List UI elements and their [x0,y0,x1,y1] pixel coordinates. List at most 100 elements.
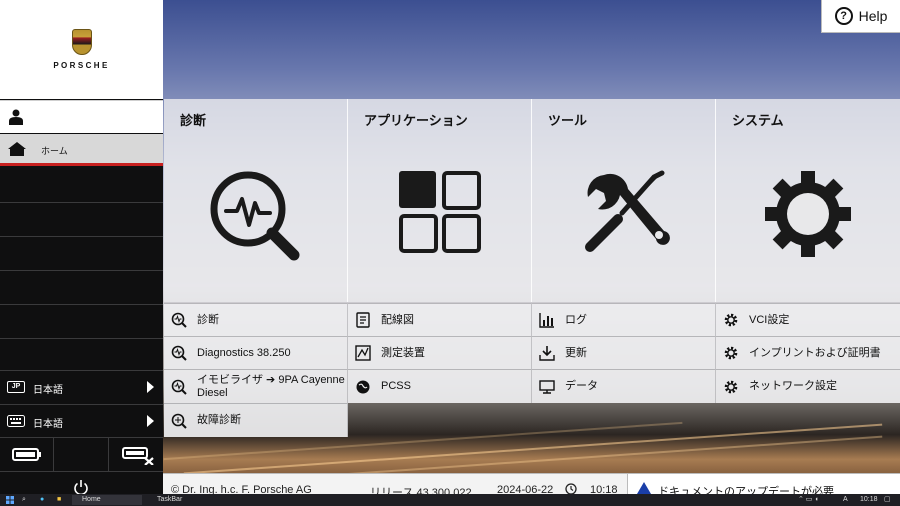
power-row [0,471,163,495]
help-label: Help [858,8,888,24]
menu-item-label: イモビライザ ➔ 9PA Cayenne Diesel [197,373,345,399]
language-badge: JP [7,381,25,393]
home-icon [8,142,26,156]
monitor-icon [539,379,555,394]
menu-item-measuring-device[interactable]: 測定装置 [348,336,532,369]
menu-item-label: 測定装置 [381,346,425,359]
device-status-row [0,437,163,471]
windows-start-icon[interactable] [6,496,14,504]
battery-status[interactable] [0,438,54,471]
language-selector[interactable]: JP 日本語 [0,370,163,403]
download-icon [539,346,555,361]
wrench-screwdriver-icon [584,170,670,252]
porsche-crest-icon [71,29,92,55]
search-icon[interactable]: ⌕ [22,495,26,505]
menu-item-immobilizer[interactable]: イモビライザ ➔ 9PA Cayenne Diesel [164,369,348,403]
menu-item-log[interactable]: ログ [532,303,716,336]
sidebar-item-label: ホーム [41,146,68,156]
gear-icon [724,380,738,393]
menu-item-label: ログ [565,313,587,326]
vci-disconnected-icon [122,447,154,465]
menu-item-label: インプリントおよび証明書 [749,346,881,359]
taskbar-app-label: Home [82,496,101,503]
gear-icon [724,313,738,327]
tile-title: システム [732,113,784,128]
menu-item-data[interactable]: データ [532,369,716,403]
menu-item-label: PCSS [381,380,411,392]
vci-status[interactable] [110,438,163,471]
menu-item-update[interactable]: 更新 [532,336,716,369]
diagnosis-icon [171,345,187,361]
brand-wordmark: PORSCHE [53,61,110,70]
menu-item-fault-diagnosis[interactable]: 故障診断 [164,403,348,437]
question-mark-icon: ? [834,7,853,25]
menu-item-label: 配線図 [381,313,414,326]
taskbar-app-label: TaskBar [157,496,183,503]
menu-item-imprint-certificates[interactable]: インプリントおよび証明書 [716,336,900,369]
tile-system[interactable]: システム [716,99,900,302]
menu-item-pcss[interactable]: PCSS [348,369,532,403]
status-slot [55,438,109,471]
battery-icon [12,448,41,461]
menu-item-label: 故障診断 [197,414,241,426]
menu-item-wiring-diagram[interactable]: 配線図 [348,303,532,336]
menu-item-label: VCI設定 [749,313,790,326]
tile-title: 診断 [180,113,207,128]
taskbar-app-taskbar[interactable]: TaskBar [147,495,217,505]
footer-bar: © Dr. Ing. h.c. F. Porsche AG リリース 43.30… [163,473,627,499]
tile-diagnosis[interactable]: 診断 [164,99,348,302]
notification-icon[interactable]: ▢ [884,495,891,505]
sidebar-empty-slot [0,305,163,339]
tile-title: アプリケーション [364,113,468,128]
power-icon[interactable] [73,479,89,495]
menu-item-diagnostics-version[interactable]: Diagnostics 38.250 [164,336,348,369]
menu-item-label: Diagnostics 38.250 [197,346,291,359]
sidebar: PORSCHE ホーム JP 日本語 日本語 [0,0,163,495]
menu-item-label: 診断 [197,313,219,326]
chevron-right-icon [147,415,154,427]
menu-item-label: 更新 [565,346,587,359]
fault-diagnosis-icon [171,413,187,429]
sidebar-empty-slot [0,169,163,203]
bar-chart-icon [539,313,554,328]
globe-icon [356,380,370,393]
keyboard-icon [7,415,25,427]
ime-indicator[interactable]: A [843,495,848,505]
sidebar-empty-slot [0,271,163,305]
sidebar-empty-slot [0,203,163,237]
user-icon [9,109,23,125]
user-button[interactable] [0,100,163,133]
measuring-device-icon [355,345,371,361]
chevron-right-icon [147,381,154,393]
keyboard-language-label: 日本語 [33,419,63,430]
tile-applications[interactable]: アプリケーション [348,99,532,302]
sidebar-item-home[interactable]: ホーム [0,134,163,166]
menu-item-label: ネットワーク設定 [749,380,837,392]
edge-browser-icon[interactable]: ● [40,495,44,505]
update-notice[interactable]: ドキュメントのアップデートが必要 [627,473,900,498]
language-label: 日本語 [33,385,63,396]
menu-item-diagnosis[interactable]: 診断 [164,303,348,336]
warning-icon [637,482,651,494]
sidebar-empty-slot [0,237,163,271]
taskbar-app-home[interactable]: Home [72,495,142,505]
wiring-diagram-icon [356,312,370,328]
system-tray-icons[interactable]: ⌃ ▭ ◖ [798,495,819,505]
gear-icon [765,171,851,257]
menu-item-network-settings[interactable]: ネットワーク設定 [716,369,900,403]
tile-title: ツール [548,113,588,128]
keyboard-language-selector[interactable]: 日本語 [0,404,163,437]
menu-item-label: データ [565,380,598,392]
os-taskbar: ⌕ ● ■ Home TaskBar ⌃ ▭ ◖ A 10:18 ▢ [0,494,900,506]
diagnosis-icon [171,312,187,328]
menu-item-vci-settings[interactable]: VCI設定 [716,303,900,336]
help-button[interactable]: ? Help [821,0,900,33]
grid-apps-icon [398,171,481,253]
taskbar-clock[interactable]: 10:18 [860,495,878,505]
porsche-logo: PORSCHE [0,0,163,99]
tile-tools[interactable]: ツール [532,99,716,302]
diagnosis-icon [171,379,187,395]
gear-icon [724,346,738,360]
file-explorer-icon[interactable]: ■ [57,495,61,505]
diagnosis-magnifier-icon [210,171,299,261]
